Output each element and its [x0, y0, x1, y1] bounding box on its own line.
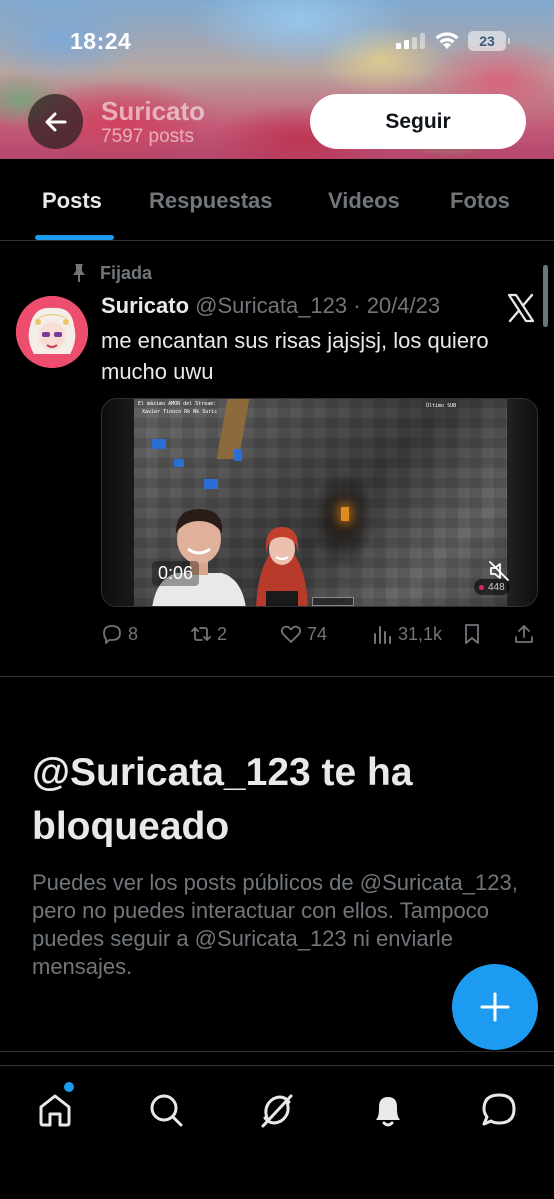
divider — [0, 1051, 554, 1052]
repost-button[interactable]: 2 — [190, 623, 227, 645]
plus-icon — [480, 992, 510, 1022]
game-hotbar — [312, 597, 354, 606]
views-button[interactable]: 31,1k — [371, 623, 442, 645]
nav-search[interactable] — [144, 1088, 188, 1132]
tab-photos[interactable]: Fotos — [450, 188, 510, 214]
view-count: 31,1k — [398, 623, 443, 644]
streamer-person — [152, 509, 246, 606]
follow-button[interactable]: Seguir — [310, 94, 526, 149]
status-time: 18:24 — [70, 28, 132, 54]
profile-tabs: Posts Respuestas Videos Fotos — [0, 159, 554, 241]
cellular-signal-icon — [396, 33, 426, 49]
notification-dot — [64, 1082, 74, 1092]
post-handle-date: @Suricata_123 · 20/4/23 — [195, 293, 441, 318]
tab-posts[interactable]: Posts — [42, 188, 102, 214]
blocked-title: @Suricata_123 te ha bloqueado — [32, 751, 413, 848]
repost-icon — [191, 627, 211, 641]
reply-button[interactable]: 8 — [101, 623, 138, 645]
bookmark-icon — [465, 624, 479, 644]
reply-icon — [103, 625, 121, 644]
avatar[interactable] — [16, 296, 88, 368]
heart-icon — [280, 625, 302, 643]
bookmark-button[interactable] — [461, 623, 483, 645]
x-logo-icon — [507, 293, 535, 323]
analytics-icon — [374, 626, 391, 644]
arrow-left-icon — [45, 112, 66, 131]
post-author[interactable]: Suricato — [101, 293, 189, 318]
live-viewers-badge: 448 — [474, 579, 510, 595]
video-frame: El máximo AMOR del Stream: Xavier Tinoco… — [134, 399, 507, 606]
grok-icon — [261, 1094, 293, 1128]
streamer-person — [256, 527, 308, 606]
pin-icon — [73, 264, 85, 282]
wifi-icon — [435, 32, 459, 49]
nav-notifications[interactable] — [366, 1088, 410, 1132]
bell-icon — [376, 1097, 400, 1127]
tab-videos[interactable]: Videos — [328, 188, 400, 214]
reply-count: 8 — [128, 623, 139, 644]
nav-grok[interactable] — [255, 1088, 299, 1132]
back-button[interactable] — [28, 94, 83, 149]
like-button[interactable]: 74 — [280, 623, 327, 645]
posts-count: 7597 posts — [101, 126, 194, 147]
status-bar: 18:24 23 — [0, 0, 554, 84]
pinned-indicator: Fijada — [70, 262, 152, 284]
active-tab-indicator — [35, 235, 114, 240]
bottom-navigation — [0, 1065, 554, 1199]
messages-icon — [482, 1093, 516, 1126]
search-icon — [150, 1094, 183, 1127]
compose-button[interactable] — [452, 964, 538, 1050]
like-count: 74 — [307, 623, 328, 644]
post-text: me encantan sus risas jajsjsj, los quier… — [101, 328, 489, 384]
video-duration: 0:06 — [152, 561, 200, 586]
profile-name: Suricato — [101, 96, 206, 126]
battery-level: 23 — [479, 33, 495, 49]
post-header: Suricato @Suricata_123 · 20/4/23 — [101, 293, 440, 319]
share-button[interactable] — [513, 623, 535, 645]
scrollbar[interactable] — [543, 265, 548, 327]
video-player[interactable]: El máximo AMOR del Stream: Xavier Tinoco… — [101, 398, 538, 607]
share-icon — [515, 625, 533, 643]
nav-home[interactable] — [33, 1088, 77, 1132]
divider — [0, 676, 554, 677]
blocked-description: Puedes ver los posts públicos de @Surica… — [32, 870, 518, 979]
battery-icon: 23 — [468, 31, 510, 51]
post-actions: 8 2 74 31,1k — [101, 623, 538, 649]
home-icon — [39, 1094, 71, 1127]
profile-header: 18:24 23 Suricato 7597 posts Seguir — [0, 0, 554, 159]
pinned-label: Fijada — [100, 262, 153, 283]
nav-messages[interactable] — [477, 1088, 521, 1132]
tab-replies[interactable]: Respuestas — [149, 188, 273, 214]
repost-count: 2 — [217, 623, 228, 644]
